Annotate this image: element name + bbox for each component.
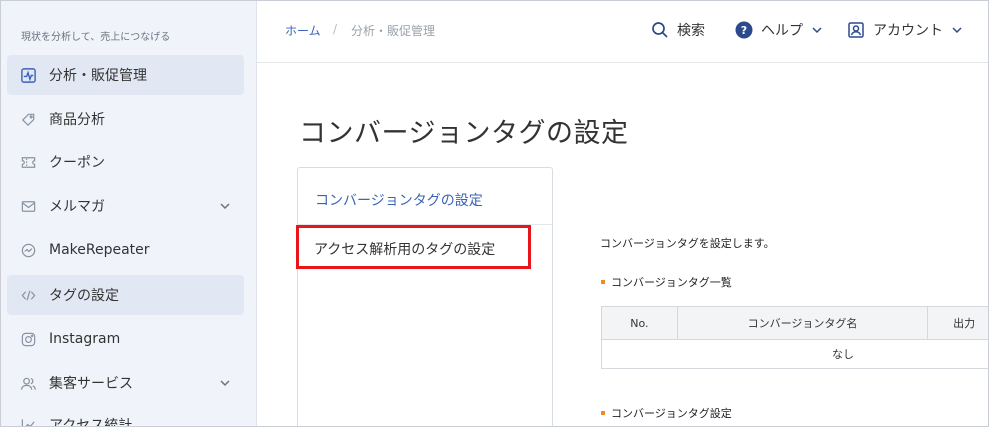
search-label: 検索 (677, 23, 705, 39)
users-icon (19, 374, 37, 392)
sidebar-item-label: アクセス統計 (49, 418, 133, 427)
chevron-down-icon[interactable] (218, 376, 232, 390)
breadcrumb-separator: / (333, 22, 338, 36)
help-icon: ? (735, 21, 753, 39)
sidebar-item-label: MakeRepeater (49, 242, 150, 258)
gauge-icon (19, 241, 37, 259)
tag-icon (19, 110, 37, 128)
coupon-icon (19, 153, 37, 171)
bullet-square-icon (601, 411, 605, 415)
sidebar-item-mailmag[interactable]: メルマガ (7, 186, 244, 226)
sidebar-item-makerepeater[interactable]: MakeRepeater (7, 230, 244, 270)
app-window: 現状を分析して、売上につなげる 分析・販促管理 商品分析 クーポン メルマガ M… (0, 0, 989, 427)
account-button[interactable]: アカウント (847, 20, 963, 40)
help-label: ヘルプ (761, 23, 803, 39)
tab-access-analysis-tag[interactable]: アクセス解析用のタグの設定 (314, 239, 495, 259)
activity-icon (19, 66, 37, 84)
sidebar-item-tag-settings[interactable]: タグの設定 (7, 275, 244, 315)
section-title-settings: コンバージョンタグ設定 (601, 405, 732, 421)
search-button[interactable]: 検索 (651, 20, 705, 40)
chevron-down-icon[interactable] (218, 199, 232, 213)
sidebar-item-product-analysis[interactable]: 商品分析 (7, 99, 244, 139)
page-title: コンバージョンタグの設定 (299, 118, 629, 149)
section-title-list: コンバージョンタグ一覧 (601, 274, 732, 290)
sidebar: 現状を分析して、売上につなげる 分析・販促管理 商品分析 クーポン メルマガ M… (1, 1, 257, 427)
code-icon (19, 286, 37, 304)
settings-tab-panel: コンバージョンタグの設定 アクセス解析用のタグの設定 (296, 167, 553, 426)
top-header: ホーム / 分析・販促管理 検索 ? ヘルプ アカウント (257, 1, 988, 63)
sidebar-item-label: 集客サービス (49, 376, 133, 392)
sidebar-item-analytics[interactable]: 分析・販促管理 (7, 55, 244, 95)
sidebar-item-marketing[interactable]: 集客サービス (7, 363, 244, 403)
search-icon (652, 22, 668, 38)
svg-text:?: ? (741, 24, 747, 37)
tab-conversion-tag[interactable]: コンバージョンタグの設定 (315, 190, 483, 210)
sidebar-item-coupon[interactable]: クーポン (7, 142, 244, 182)
user-icon (848, 22, 864, 38)
sidebar-item-label: Instagram (49, 331, 121, 347)
mail-icon (19, 197, 37, 215)
chart-icon (19, 416, 37, 426)
help-button[interactable]: ? ヘルプ (735, 20, 823, 40)
table-row: なし (601, 339, 988, 369)
sidebar-item-instagram[interactable]: Instagram (7, 319, 244, 359)
bullet-square-icon (601, 280, 605, 284)
chevron-down-icon (952, 27, 962, 34)
section-title-label: コンバージョンタグ設定 (611, 407, 732, 420)
sidebar-item-label: 商品分析 (49, 112, 105, 128)
instagram-icon (19, 330, 37, 348)
sidebar-item-label: メルマガ (49, 199, 105, 215)
column-header-output: 出力 (927, 306, 988, 340)
breadcrumb-home-link[interactable]: ホーム (285, 22, 321, 39)
sidebar-item-label: クーポン (49, 155, 105, 171)
conversion-tag-table: No. コンバージョンタグ名 出力 なし (601, 306, 988, 369)
column-header-no: No. (601, 306, 678, 340)
sidebar-item-label: 分析・販促管理 (49, 68, 147, 84)
table-header-row: No. コンバージョンタグ名 出力 (601, 306, 988, 340)
sidebar-item-label: タグの設定 (49, 288, 119, 304)
sidebar-tagline: 現状を分析して、売上につなげる (21, 32, 171, 43)
empty-cell: なし (601, 339, 988, 369)
account-label: アカウント (873, 23, 943, 39)
chevron-down-icon (812, 27, 822, 34)
breadcrumb-current: 分析・販促管理 (351, 24, 436, 38)
sidebar-item-access-stats[interactable]: アクセス統計 (7, 405, 244, 427)
description-text: コンバージョンタグを設定します。 (600, 237, 775, 250)
section-title-label: コンバージョンタグ一覧 (611, 276, 732, 289)
column-header-name: コンバージョンタグ名 (676, 306, 929, 340)
